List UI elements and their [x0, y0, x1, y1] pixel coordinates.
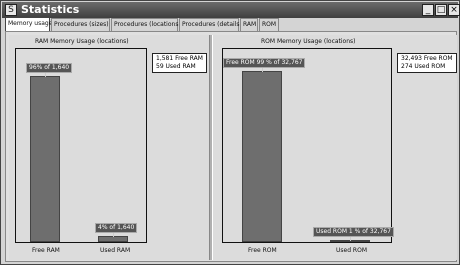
ram-legend-entry: 59 Used RAM	[156, 63, 196, 70]
window-title: Statistics	[21, 3, 80, 16]
tab-ram[interactable]: RAM	[240, 18, 258, 31]
ram-bar-label-free: 96% of 1,640	[26, 63, 73, 73]
rom-bar-label-free: Free ROM 99 % of 32,767	[223, 58, 306, 68]
tab-procedures-details[interactable]: Procedures (details)	[179, 18, 242, 31]
ram-label-leader-used	[113, 233, 114, 237]
ram-category-label-used: Used RAM	[100, 247, 131, 254]
rom-category-label-free: Free ROM	[248, 247, 277, 254]
tab-procedures-locations[interactable]: Procedures (locations)	[111, 18, 181, 31]
restore-button[interactable]: □	[435, 4, 447, 16]
ram-category-label-free: Free RAM	[32, 247, 60, 254]
ram-bar-label-used: 4% of 1,640	[95, 223, 138, 233]
rom-legend-entry: 274 Used ROM	[401, 63, 446, 70]
ram-chart-title: RAM Memory Usage (locations)	[35, 38, 129, 45]
title-bar[interactable]: S Statistics _ □ ×	[2, 2, 460, 18]
rom-label-leader-free	[262, 68, 263, 72]
close-button[interactable]: ×	[448, 4, 460, 16]
ram-legend: 1,581 Free RAM 59 Used RAM	[152, 53, 207, 73]
tab-memory-usage[interactable]: Memory usage	[5, 17, 52, 31]
app-icon: S	[5, 4, 17, 16]
rom-legend: 32,493 Free ROM 274 Used ROM	[397, 53, 457, 73]
rom-label-leader-used	[350, 237, 351, 241]
rom-bar-label-used: Used ROM 1 % of 32,767	[313, 227, 394, 237]
tab-procedures-sizes[interactable]: Procedures (sizes)	[51, 18, 110, 31]
tab-rom[interactable]: ROM	[259, 18, 279, 31]
rom-category-label-used: Used ROM	[336, 247, 367, 254]
ram-bar-free	[30, 76, 60, 242]
ram-legend-entry: 1,581 Free RAM	[156, 55, 203, 62]
ram-label-leader-free	[45, 73, 46, 77]
minimize-button[interactable]: _	[422, 4, 434, 16]
rom-bar-free	[242, 71, 282, 242]
rom-legend-entry: 32,493 Free ROM	[401, 55, 453, 62]
rom-chart-title: ROM Memory Usage (locations)	[261, 38, 356, 45]
